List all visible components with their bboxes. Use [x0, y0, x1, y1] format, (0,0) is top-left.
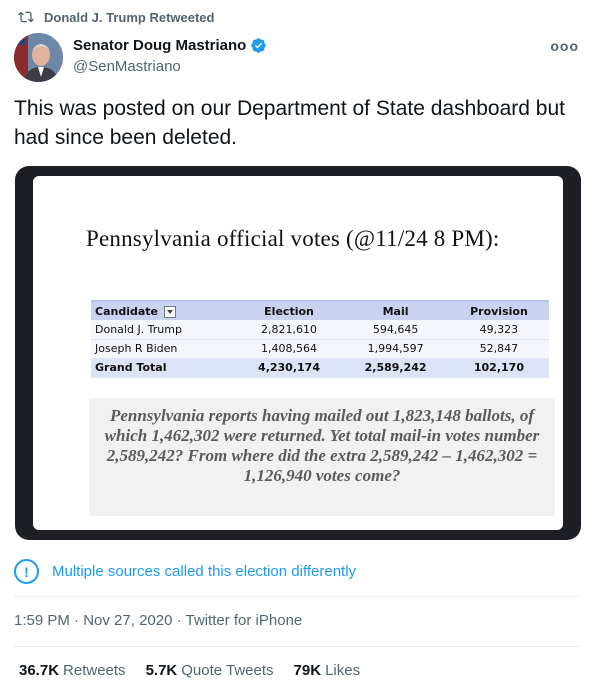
quote-tweets-stat[interactable]: 5.7K Quote Tweets [146, 662, 274, 679]
retweets-stat[interactable]: 36.7K Retweets [19, 662, 126, 679]
retweet-icon [18, 11, 34, 23]
tweet-meta: 1:59 PM · Nov 27, 2020 · Twitter for iPh… [14, 612, 302, 629]
table-cell: 52,847 [448, 339, 549, 359]
table-header: Candidate [91, 300, 236, 320]
avatar-image [14, 33, 63, 82]
table-cell: 1,408,564 [235, 339, 343, 359]
table-header: Mail [342, 300, 449, 320]
table-cell: 4,230,174 [235, 357, 343, 378]
table-total-row: Grand Total 4,230,174 2,589,242 102,170 [91, 357, 549, 378]
author-handle[interactable]: @SenMastriano [73, 58, 267, 75]
exclamation-info-icon: ! [14, 559, 39, 584]
note-text: Pennsylvania reports having mailed out 1… [104, 406, 540, 485]
author-block[interactable]: Senator Doug Mastriano @SenMastriano [73, 37, 267, 75]
note-box: Pennsylvania reports having mailed out 1… [89, 398, 555, 516]
table-cell: Grand Total [91, 357, 236, 378]
likes-stat[interactable]: 79K Likes [294, 662, 361, 679]
filter-dropdown-icon [164, 305, 176, 318]
retweet-context[interactable]: Donald J. Trump Retweeted [18, 9, 214, 25]
table-cell: Donald J. Trump [91, 320, 236, 340]
table-row: Donald J. Trump 2,821,610 594,645 49,323 [91, 320, 549, 340]
tweet-stats: 36.7K Retweets 5.7K Quote Tweets 79K Likes [19, 662, 360, 679]
table-cell: Joseph R Biden [91, 339, 236, 359]
table-cell: 594,645 [342, 320, 449, 340]
verified-badge-icon [251, 38, 267, 53]
table-cell: 2,821,610 [235, 320, 343, 340]
votes-table: Candidate Election Mail Provision Donald… [91, 300, 549, 378]
table-cell: 102,170 [448, 357, 549, 378]
table-header-row: Candidate Election Mail Provision [91, 300, 549, 320]
tweet-source[interactable]: Twitter for iPhone [186, 612, 303, 629]
sheet-title: Pennsylvania official votes (@11/24 8 PM… [86, 226, 500, 251]
table-cell: 1,994,597 [342, 339, 449, 359]
retweet-context-text: Donald J. Trump Retweeted [44, 9, 215, 25]
table-cell: 2,589,242 [342, 357, 449, 378]
tweet-date[interactable]: Nov 27, 2020 [83, 612, 172, 629]
tweet-media[interactable]: Pennsylvania official votes (@11/24 8 PM… [15, 166, 581, 540]
meta-separator: · [74, 612, 80, 629]
table-row: Joseph R Biden 1,408,564 1,994,597 52,84… [91, 339, 549, 359]
author-display-name[interactable]: Senator Doug Mastriano [73, 37, 246, 54]
divider [14, 646, 580, 647]
notice-link[interactable]: Multiple sources called this election di… [52, 563, 356, 580]
meta-separator: · [176, 612, 182, 629]
avatar[interactable] [14, 33, 63, 82]
media-screenshot: Pennsylvania official votes (@11/24 8 PM… [33, 176, 563, 530]
table-cell: 49,323 [448, 320, 549, 340]
election-notice[interactable]: ! Multiple sources called this election … [14, 559, 356, 584]
tweet-time[interactable]: 1:59 PM [14, 612, 70, 629]
table-header: Election [235, 300, 343, 320]
more-options-icon[interactable]: ooo [550, 38, 579, 54]
table-header: Provision [448, 300, 549, 320]
divider [14, 596, 580, 597]
tweet-text: This was posted on our Department of Sta… [14, 97, 565, 149]
